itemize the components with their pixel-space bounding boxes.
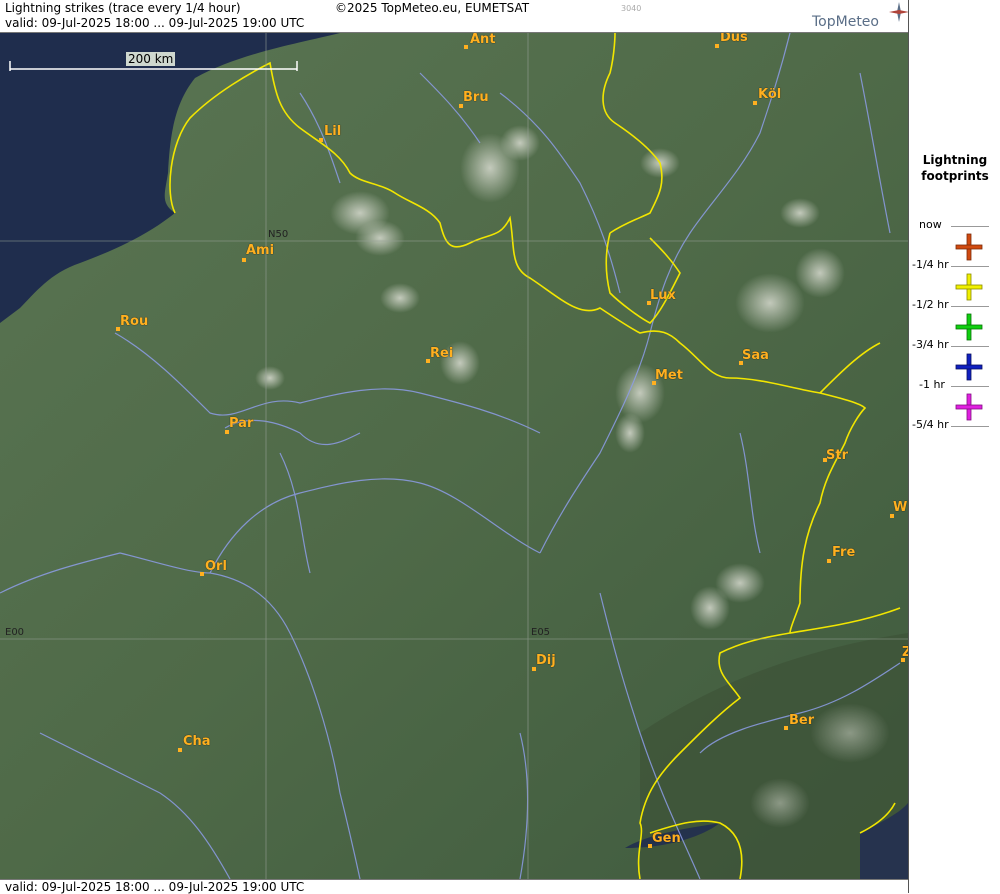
city-dot-koln — [753, 101, 757, 105]
legend-label-now: now — [919, 218, 942, 231]
copyright: ©2025 TopMeteo.eu, EUMETSAT — [335, 1, 530, 15]
satellite-map[interactable]: 200 km N50 E00 E05 Ant Düs Bru Köl Lil A… — [0, 33, 908, 879]
grid-label-e05: E05 — [531, 627, 551, 638]
map-code: 3040 — [621, 4, 642, 13]
cross-orange-icon — [955, 233, 983, 261]
city-dot-orleans — [200, 572, 204, 576]
legend-label-five-quarter: -5/4 hr — [912, 418, 949, 431]
legend-separator — [951, 386, 989, 387]
lightning-legend: Lightning footprints now -1/4 hr -1/2 hr… — [908, 0, 1000, 893]
legend-separator — [951, 426, 989, 427]
city-rouen: Rou — [120, 314, 149, 329]
legend-label-quarter: -1/4 hr — [912, 258, 949, 271]
city-strasbourg: Str — [826, 448, 848, 463]
city-amiens: Ami — [246, 243, 275, 258]
legend-separator — [951, 226, 989, 227]
city-koln: Köl — [758, 87, 782, 102]
city-antwerp: Ant — [470, 33, 496, 47]
city-brussels: Bru — [463, 90, 489, 105]
city-saarbrucken: Saa — [742, 348, 769, 363]
city-paris: Par — [229, 416, 254, 431]
grid-label-n50: N50 — [268, 229, 289, 240]
footer-valid-time: valid: 09-Jul-2025 18:00 ... 09-Jul-2025… — [5, 880, 305, 894]
city-dot-lille — [319, 138, 323, 142]
city-dijon: Dij — [536, 653, 556, 668]
cross-magenta-icon — [955, 393, 983, 421]
legend-title-line2: footprints — [921, 169, 989, 183]
city-dot-antwerp — [464, 45, 468, 49]
legend-label-half: -1/2 hr — [912, 298, 949, 311]
valid-time: valid: 09-Jul-2025 18:00 ... 09-Jul-2025… — [5, 16, 305, 30]
cross-blue-icon — [955, 353, 983, 381]
city-reims: Rei — [430, 346, 454, 361]
city-dot-freiburg — [827, 559, 831, 563]
city-dot-chateauroux — [178, 748, 182, 752]
city-dot-dusseldorf — [715, 44, 719, 48]
legend-title: Lightning footprints — [909, 152, 1000, 184]
legend-separator — [951, 266, 989, 267]
scale-label: 200 km — [126, 52, 176, 66]
city-wurzburg: W — [893, 500, 908, 515]
legend-separator — [951, 306, 989, 307]
cross-yellow-icon — [955, 273, 983, 301]
city-dot-bern — [784, 726, 788, 730]
city-chateauroux: Cha — [183, 734, 211, 749]
city-dusseldorf: Düs — [720, 33, 748, 45]
city-dot-amiens — [242, 258, 246, 262]
cross-green-icon — [955, 313, 983, 341]
city-metz: Met — [655, 368, 683, 383]
footer-bar: valid: 09-Jul-2025 18:00 ... 09-Jul-2025… — [0, 879, 908, 894]
brand-logo-text: TopMeteo — [812, 14, 879, 30]
city-luxembourg: Lux — [650, 288, 676, 303]
city-geneva: Gen — [652, 831, 681, 846]
header-bar: Lightning strikes (trace every 1/4 hour)… — [0, 0, 909, 33]
city-freiburg: Fre — [832, 545, 856, 560]
compass-icon — [889, 2, 909, 22]
legend-label-one-hour: -1 hr — [919, 378, 945, 391]
map-title: Lightning strikes (trace every 1/4 hour) — [5, 1, 241, 15]
grid-label-e00: E00 — [5, 627, 25, 638]
legend-separator — [951, 346, 989, 347]
city-orleans: Orl — [205, 559, 227, 574]
legend-label-three-quarter: -3/4 hr — [912, 338, 949, 351]
legend-title-line1: Lightning — [922, 153, 988, 167]
city-lille: Lil — [324, 124, 342, 139]
city-bern: Ber — [789, 713, 815, 728]
